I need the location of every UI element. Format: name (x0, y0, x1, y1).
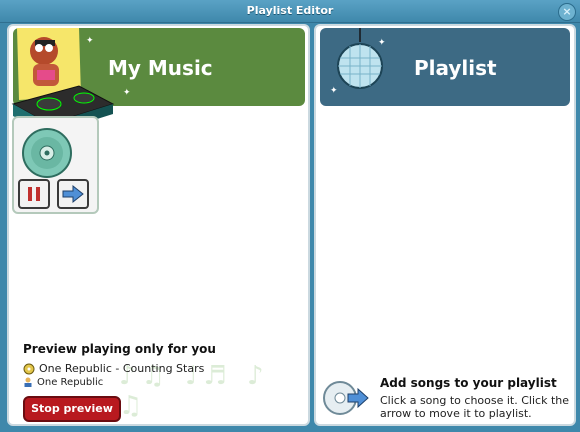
my-music-panel: My Music ✦ ✦ ♪♫ ♩♬ ♪ ♫ Preview playing o… (7, 24, 310, 426)
hint-title: Add songs to your playlist (380, 376, 557, 390)
window-title: Playlist Editor (246, 4, 334, 17)
sparkle-icon: ✦ (123, 88, 131, 98)
titlebar[interactable]: Playlist Editor × (0, 0, 580, 23)
artist-icon (24, 377, 32, 387)
pause-icon (28, 187, 40, 201)
playlist-panel: Playlist ✦ ✦ Add songs to your playlist … (314, 24, 576, 426)
playlist-header: Playlist ✦ ✦ (320, 28, 570, 106)
playlist-editor-window: Playlist Editor × My Music ✦ ✦ ♪♫ ♩♬ ♪ ♫… (0, 0, 580, 432)
preview-area: Preview playing only for you One Republi… (23, 342, 303, 422)
stop-preview-button[interactable]: Stop preview (23, 396, 121, 422)
close-icon: × (562, 5, 572, 18)
arrow-right-icon (62, 184, 84, 204)
close-button[interactable]: × (558, 3, 576, 21)
now-playing-box (12, 116, 99, 214)
pause-button[interactable] (18, 179, 50, 209)
song-title: One Republic - Counting Stars (39, 362, 205, 375)
song-row: One Republic - Counting Stars (23, 362, 204, 375)
song-disc-icon (23, 363, 35, 375)
cd-icon (22, 128, 72, 178)
cd-arrow-icon (323, 381, 369, 415)
add-to-playlist-button[interactable] (57, 179, 89, 209)
sparkle-icon: ✦ (330, 86, 338, 96)
playlist-title: Playlist (414, 56, 497, 80)
my-music-title: My Music (108, 56, 213, 80)
artist-row: One Republic (23, 377, 103, 388)
playlist-hint: Add songs to your playlist Click a song … (322, 376, 572, 424)
hint-text: Click a song to choose it. Click the arr… (380, 394, 569, 420)
sparkle-icon: ✦ (378, 38, 386, 48)
artist-name: One Republic (37, 377, 104, 388)
preview-title: Preview playing only for you (23, 342, 216, 356)
